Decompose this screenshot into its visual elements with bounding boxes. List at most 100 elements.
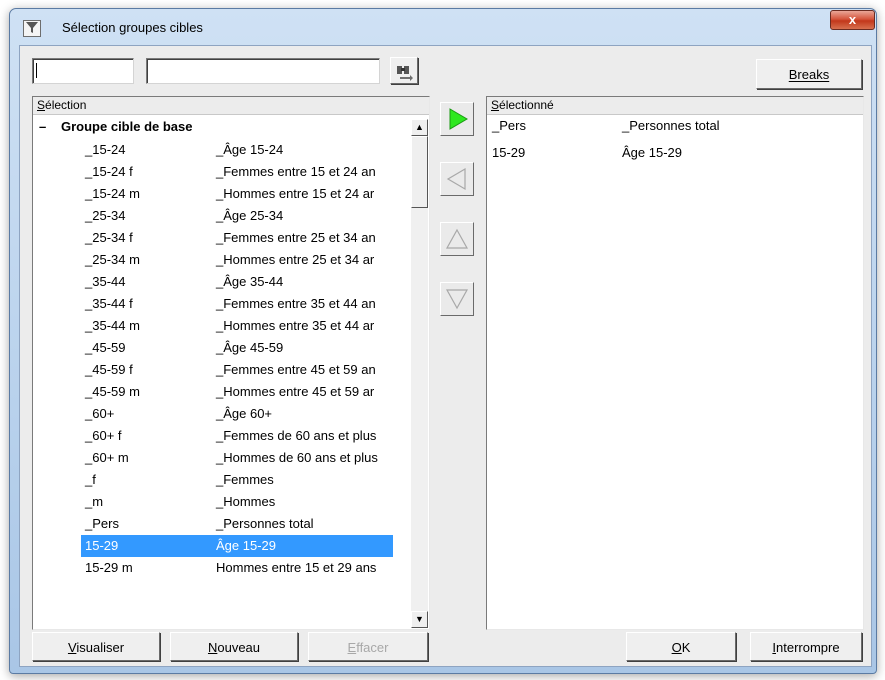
item-code: _m <box>85 494 104 509</box>
window-title: Sélection groupes cibles <box>62 20 203 35</box>
add-arrow-icon <box>449 108 468 130</box>
item-description: _Femmes <box>216 472 274 487</box>
list-item[interactable]: _15-24 f _Femmes entre 15 et 24 an <box>33 161 411 183</box>
item-description: _Âge 35-44 <box>216 274 284 289</box>
item-description: Hommes entre 15 et 29 ans <box>216 560 377 575</box>
item-code: 15-29 <box>492 145 526 160</box>
list-item[interactable]: _m _Hommes <box>33 491 411 513</box>
item-description: _Âge 25-34 <box>216 208 284 223</box>
list-item[interactable]: _60+ f _Femmes de 60 ans et plus <box>33 425 411 447</box>
item-description: _Hommes de 60 ans et plus <box>216 450 378 465</box>
item-code: _25-34 m <box>85 252 140 267</box>
search-input-code[interactable] <box>32 58 134 84</box>
scroll-up-icon: ▲ <box>415 122 424 132</box>
breaks-button[interactable]: Breaks <box>756 59 862 89</box>
selection-list[interactable]: Sélection – Groupe cible de base _15-24 _Â… <box>32 96 430 630</box>
item-code: _45-59 <box>85 340 126 355</box>
list-item[interactable]: _25-34 m _Hommes entre 25 et 34 ar <box>33 249 411 271</box>
item-description: _Hommes <box>216 494 276 509</box>
list-item[interactable]: _60+ _Âge 60+ <box>33 403 411 425</box>
item-description: _Hommes entre 25 et 34 ar <box>216 252 375 267</box>
list-item[interactable]: _60+ m _Hommes de 60 ans et plus <box>33 447 411 469</box>
binoculars-icon <box>397 65 413 81</box>
item-description: _Hommes entre 35 et 44 ar <box>216 318 375 333</box>
item-description: Âge 15-29 <box>622 145 682 160</box>
item-code: _45-59 m <box>85 384 140 399</box>
item-code: _45-59 f <box>85 362 133 377</box>
breaks-button-label: Breaks <box>788 67 830 82</box>
move-down-button[interactable] <box>440 282 474 316</box>
list-item[interactable]: _45-59 m _Hommes entre 45 et 59 ar <box>33 381 411 403</box>
list-item[interactable]: _35-44 f _Femmes entre 35 et 44 an <box>33 293 411 315</box>
item-description: Âge 15-29 <box>216 538 276 553</box>
nouveau-button-label: Nouveau <box>207 640 261 655</box>
selected-item[interactable]: 15-29 Âge 15-29 <box>487 142 863 164</box>
list-item[interactable]: _Pers _Personnes total <box>33 513 411 535</box>
item-description: _Femmes entre 15 et 24 an <box>216 164 376 179</box>
list-item[interactable]: _45-59 f _Femmes entre 45 et 59 an <box>33 359 411 381</box>
move-up-button[interactable] <box>440 222 474 256</box>
dialog-window: Sélection groupes cibles x Breaks Sélect… <box>9 8 877 674</box>
item-code: _60+ <box>85 406 115 421</box>
text-caret <box>36 63 37 78</box>
search-input-description[interactable] <box>146 58 380 84</box>
item-description: _Hommes entre 15 et 24 ar <box>216 186 375 201</box>
list-item[interactable]: _15-24 _Âge 15-24 <box>33 139 411 161</box>
effacer-button[interactable]: Effacer <box>308 632 428 661</box>
selection-scrollbar[interactable]: ▲ ▼ <box>411 119 428 628</box>
nouveau-button[interactable]: Nouveau <box>170 632 298 661</box>
item-description: _Personnes total <box>216 516 314 531</box>
remove-arrow-icon <box>446 167 466 191</box>
interrompre-button-label: Interrompre <box>772 640 840 655</box>
move-up-icon <box>445 228 469 249</box>
item-description: _Personnes total <box>622 118 720 133</box>
item-code: _35-44 m <box>85 318 140 333</box>
visualiser-button[interactable]: Visualiser <box>32 632 160 661</box>
filter-icon <box>23 20 41 37</box>
ok-button[interactable]: OK <box>626 632 736 661</box>
move-down-icon <box>445 289 469 310</box>
item-code: _25-34 f <box>85 230 133 245</box>
selected-rows: _Pers _Personnes total 15-29 Âge 15-29 <box>487 97 863 629</box>
selected-item[interactable]: _Pers _Personnes total <box>487 115 863 137</box>
item-description: _Femmes entre 35 et 44 an <box>216 296 376 311</box>
interrompre-button[interactable]: Interrompre <box>750 632 862 661</box>
add-button[interactable] <box>440 102 474 136</box>
selection-rows: _15-24 _Âge 15-24 _15-24 f _Femmes entre 15… <box>33 97 411 629</box>
list-item[interactable]: _45-59 _Âge 45-59 <box>33 337 411 359</box>
list-item[interactable]: _f _Femmes <box>33 469 411 491</box>
visualiser-button-label: Visualiser <box>67 640 125 655</box>
scroll-thumb[interactable] <box>411 136 428 208</box>
list-item[interactable]: 15-29 m Hommes entre 15 et 29 ans <box>33 557 411 579</box>
scroll-up-button[interactable]: ▲ <box>411 119 428 136</box>
find-button[interactable] <box>390 57 418 84</box>
item-code: _15-24 m <box>85 186 140 201</box>
title-bar[interactable]: Sélection groupes cibles x <box>10 9 876 43</box>
close-icon: x <box>848 12 857 27</box>
close-button[interactable]: x <box>830 10 875 30</box>
scroll-down-icon: ▼ <box>415 614 424 624</box>
item-description: _Hommes entre 45 et 59 ar <box>216 384 375 399</box>
item-code: _60+ f <box>85 428 122 443</box>
item-description: _Femmes entre 25 et 34 an <box>216 230 376 245</box>
ok-button-label: OK <box>671 640 691 655</box>
item-code: 15-29 m <box>85 560 133 575</box>
remove-button[interactable] <box>440 162 474 196</box>
list-item[interactable]: _25-34 f _Femmes entre 25 et 34 an <box>33 227 411 249</box>
item-description: _Âge 15-24 <box>216 142 284 157</box>
item-code: _f <box>85 472 96 487</box>
list-item[interactable]: _35-44 _Âge 35-44 <box>33 271 411 293</box>
item-description: _Âge 45-59 <box>216 340 284 355</box>
item-code: _35-44 <box>85 274 126 289</box>
item-description: _Femmes entre 45 et 59 an <box>216 362 376 377</box>
list-item[interactable]: _15-24 m _Hommes entre 15 et 24 ar <box>33 183 411 205</box>
selected-list[interactable]: Sélectionné _Pers _Personnes total 15-29 Âg… <box>486 96 864 630</box>
item-code: _60+ m <box>85 450 129 465</box>
item-code: _Pers <box>85 516 119 531</box>
list-item[interactable]: _35-44 m _Hommes entre 35 et 44 ar <box>33 315 411 337</box>
effacer-button-label: Effacer <box>347 640 389 655</box>
list-item[interactable]: _25-34 _Âge 25-34 <box>33 205 411 227</box>
list-item[interactable]: 15-29 Âge 15-29 <box>33 535 411 557</box>
scroll-down-button[interactable]: ▼ <box>411 611 428 628</box>
item-code: _15-24 f <box>85 164 133 179</box>
